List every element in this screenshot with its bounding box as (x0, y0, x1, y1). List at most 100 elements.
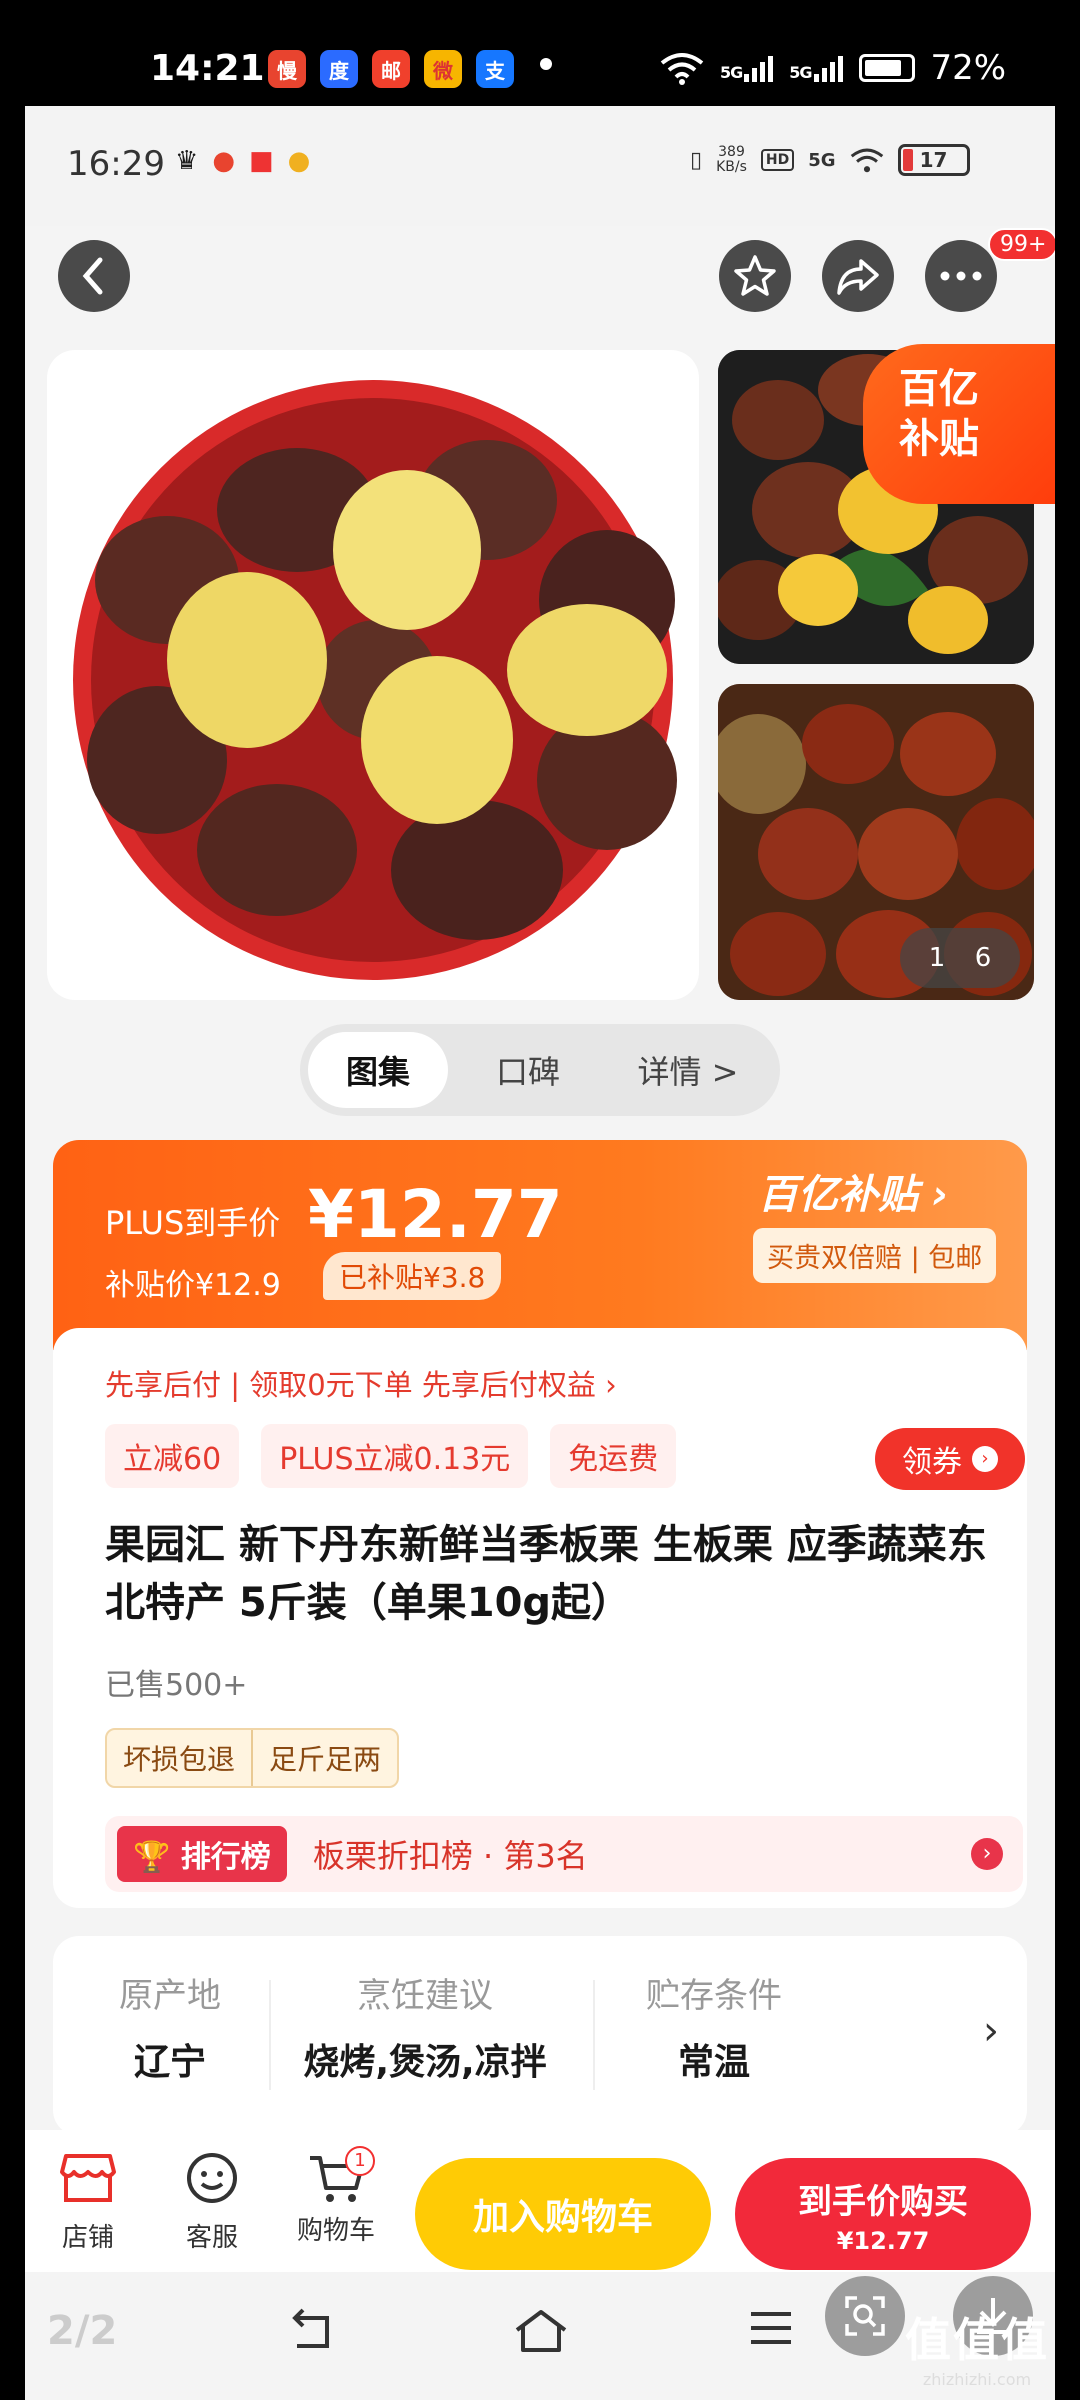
outer-status-bar: 14:21 慢 度 邮 微 支 5G 5G 72% (0, 0, 1080, 106)
attr-origin: 原产地 辽宁 (85, 1968, 255, 2085)
add-to-cart-button[interactable]: 加入购物车 (415, 2158, 711, 2270)
chevron-right-icon: › (971, 1838, 1003, 1870)
watermark-url: zhizhizhi.com (922, 2370, 1032, 2389)
promo-tags: 立减60 PLUS立减0.13元 免运费 (105, 1424, 677, 1488)
subsidy-corner-line2: 补贴 (899, 416, 979, 462)
attr-cooking: 烹饪建议 烧烤,煲汤,凉拌 (275, 1968, 575, 2085)
menu-icon (751, 2312, 791, 2344)
inner-status-bar: 16:29 ♛ ● ■ ● ▯ 389 KB/s HD 5G 17 (25, 106, 1055, 226)
more-button[interactable] (925, 240, 997, 312)
attr-key: 原产地 (119, 1976, 221, 2016)
inner-notification-icons: ♛ ● ■ ● (175, 146, 310, 176)
subsidized-amount: 已补贴¥3.8 (323, 1252, 502, 1300)
share-icon (837, 259, 879, 295)
bottom-action-bar: 店铺 客服 1 购物车 加入购物车 到手价购买 ¥12.77 (25, 2130, 1055, 2272)
customer-service-button[interactable]: 客服 (167, 2152, 257, 2254)
attr-divider (269, 1980, 271, 2090)
guarantee-item: 坏损包退 (123, 1743, 236, 1776)
plus-price-label: PLUS到手价 (105, 1204, 281, 1242)
cart-label: 购物车 (296, 2216, 375, 2246)
price-banner: PLUS到手价 ¥12.77 补贴价¥12.9 已补贴¥3.8 百亿补贴 › 买… (53, 1140, 1027, 1350)
screenshot-search-button[interactable] (825, 2276, 905, 2356)
outer-status-right: 5G 5G 72% (660, 48, 1006, 88)
attr-divider (593, 1980, 595, 2090)
plus-price: ¥12.77 (308, 1176, 563, 1253)
battery-percent: 72% (930, 48, 1007, 88)
image-counter-total: 6 (974, 943, 992, 973)
tab-details[interactable]: 详情 > (608, 1047, 768, 1093)
signal-label-1: 5G (720, 63, 743, 82)
attr-key: 烹饪建议 (357, 1976, 493, 2016)
attr-storage: 贮存条件 常温 (609, 1968, 819, 2085)
cart-button[interactable]: 1 购物车 (291, 2146, 381, 2247)
cart-count-badge: 1 (345, 2146, 375, 2176)
promo-tag: PLUS立减0.13元 (261, 1424, 529, 1488)
app-icon-5: 支 (476, 50, 514, 88)
service-label: 客服 (185, 2223, 238, 2253)
back-arrow-icon (292, 2308, 329, 2348)
buy-now-label: 到手价购买 (798, 2182, 968, 2222)
network-speed: 389 KB/s (716, 144, 747, 175)
wifi-icon (660, 53, 704, 85)
app-screen: 16:29 ♛ ● ■ ● ▯ 389 KB/s HD 5G 17 99+ 百亿… (25, 106, 1055, 2400)
product-main-image[interactable] (47, 350, 699, 1000)
inner-clock: 16:29 (67, 144, 165, 184)
sold-count: 已售500+ (105, 1668, 248, 1703)
product-info-card: 先享后付 | 领取0元下单 先享后付权益 › 立减60 PLUS立减0.13元 … (53, 1328, 1027, 1908)
pumpkin-icon: ● (212, 146, 235, 176)
pay-later-link[interactable]: 先享后付 | 领取0元下单 先享后付权益 › (105, 1362, 617, 1404)
smile-chat-icon (187, 2153, 237, 2203)
image-counter: 1 6 (900, 928, 1020, 988)
app-icon-2: 度 (320, 50, 358, 88)
get-coupon-button[interactable]: 领券 › (875, 1428, 1025, 1490)
more-notifications-dot (540, 58, 552, 70)
system-nav-bar: 2/2 (25, 2272, 1055, 2400)
shop-button[interactable]: 店铺 (43, 2152, 133, 2254)
promo-tag: 立减60 (105, 1424, 240, 1488)
inner-status-right: ▯ 389 KB/s HD 5G 17 (690, 144, 970, 176)
app-icon-1: 慢 (268, 50, 306, 88)
subsidy-corner-line1: 百亿 (899, 366, 979, 412)
tab-reviews[interactable]: 口碑 (448, 1047, 608, 1093)
more-dots-icon (940, 271, 982, 281)
billion-subsidy-logo[interactable]: 百亿补贴 › (758, 1162, 948, 1220)
chestnut-bowl-image (73, 380, 677, 980)
page-indicator: 2/2 (47, 2308, 118, 2354)
watermark-logo: 值值值 (905, 2313, 1049, 2367)
subsidy-corner-badge: 百亿 补贴 (863, 344, 1055, 504)
guarantee-item: 足斤足两 (251, 1730, 397, 1786)
chevron-left-icon (82, 257, 103, 295)
product-attributes[interactable]: 原产地 辽宁 烹饪建议 烧烤,煲汤,凉拌 贮存条件 常温 › (53, 1936, 1027, 2136)
site-watermark: 值值值 zhizhizhi.com (905, 2304, 1049, 2389)
ranking-text: 板栗折扣榜 · 第3名 (312, 1837, 588, 1875)
ranking-tag: 🏆 排行榜 (117, 1826, 287, 1882)
ranking-row[interactable]: 🏆 排行榜 板栗折扣榜 · 第3名 › (105, 1816, 1023, 1892)
nav-menu-button[interactable] (747, 2308, 795, 2352)
tab-gallery[interactable]: 图集 (308, 1032, 448, 1108)
mascot-icon: ■ (249, 146, 274, 176)
notification-app-icons: 慢 度 邮 微 支 (268, 50, 514, 88)
coupon-label: 领券 (902, 1445, 962, 1480)
buy-now-price: ¥12.77 (836, 2227, 930, 2255)
back-button[interactable] (58, 240, 130, 312)
share-button[interactable] (822, 240, 894, 312)
nav-back-button[interactable] (287, 2308, 337, 2356)
promo-tag: 免运费 (550, 1424, 677, 1488)
notification-badge: 99+ (988, 228, 1055, 261)
attr-value: 常温 (677, 2042, 750, 2083)
favorite-button[interactable] (719, 240, 791, 312)
scan-search-icon (845, 2296, 885, 2336)
shop-label: 店铺 (61, 2223, 114, 2253)
nav-home-button[interactable] (513, 2308, 569, 2358)
wifi-icon (850, 148, 883, 173)
service-guarantees[interactable]: 坏损包退 足斤足两 (105, 1728, 400, 1788)
image-counter-current: 1 (928, 943, 946, 973)
chevron-right-icon: › (983, 2008, 999, 2054)
signal-label-2: 5G (789, 63, 812, 82)
signal-bars-icon (744, 54, 774, 82)
buy-now-button[interactable]: 到手价购买 ¥12.77 (735, 2158, 1031, 2270)
dog-icon: ● (287, 146, 311, 176)
battery-icon (858, 54, 915, 82)
home-icon (515, 2310, 567, 2352)
subsidy-price: 补贴价¥12.9 (105, 1268, 281, 1303)
